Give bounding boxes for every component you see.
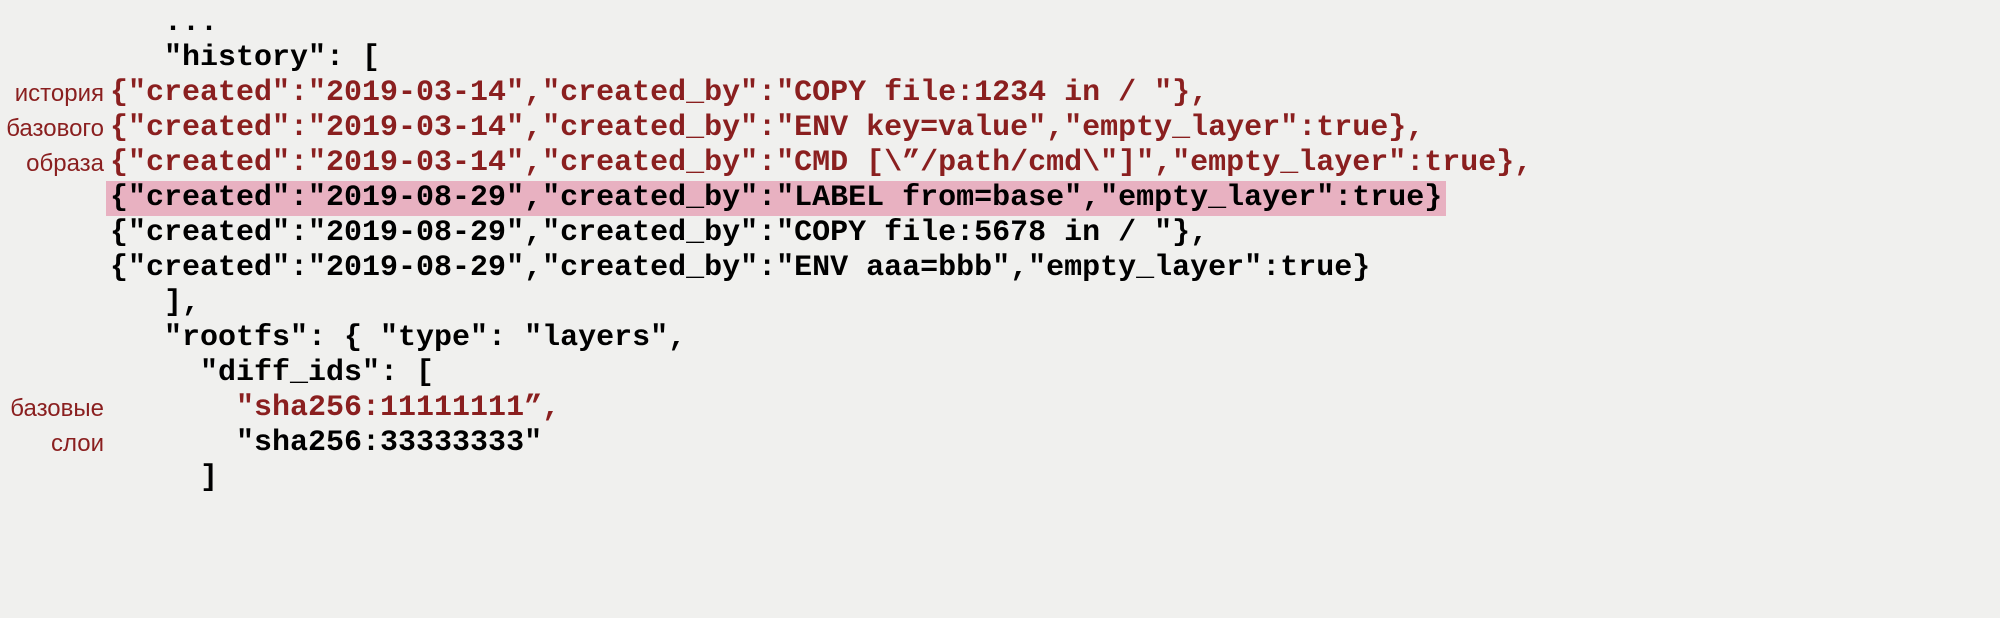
annotation-history-2: базового: [4, 111, 104, 146]
annotation-layers-2: слои: [4, 426, 104, 461]
annotation-history-3: образа: [4, 146, 104, 181]
code-line: {"created":"2019-08-29","created_by":"EN…: [0, 251, 2000, 286]
code-block: история базового образа базовые слои ...…: [0, 0, 2000, 496]
code-line: "sha256:33333333": [0, 426, 2000, 461]
code-line: ],: [0, 286, 2000, 321]
code-line-highlighted: {"created":"2019-08-29","created_by":"LA…: [106, 181, 1446, 216]
annotation-history-1: история: [4, 76, 104, 111]
code-line: "history": [: [0, 41, 2000, 76]
annotation-layers-1: базовые: [4, 391, 104, 426]
code-line: {"created":"2019-08-29","created_by":"CO…: [0, 216, 2000, 251]
code-line: ]: [0, 461, 2000, 496]
code-line-highlight-wrap: {"created":"2019-08-29","created_by":"LA…: [0, 181, 2000, 216]
code-line: "rootfs": { "type": "layers",: [0, 321, 2000, 356]
code-line-base-layer: "sha256:11111111”,: [0, 391, 2000, 426]
code-line-base-history: {"created":"2019-03-14","created_by":"CM…: [0, 146, 2000, 181]
code-line-base-history: {"created":"2019-03-14","created_by":"EN…: [0, 111, 2000, 146]
code-line: "diff_ids": [: [0, 356, 2000, 391]
code-line: ...: [0, 6, 2000, 41]
code-line-base-history: {"created":"2019-03-14","created_by":"CO…: [0, 76, 2000, 111]
